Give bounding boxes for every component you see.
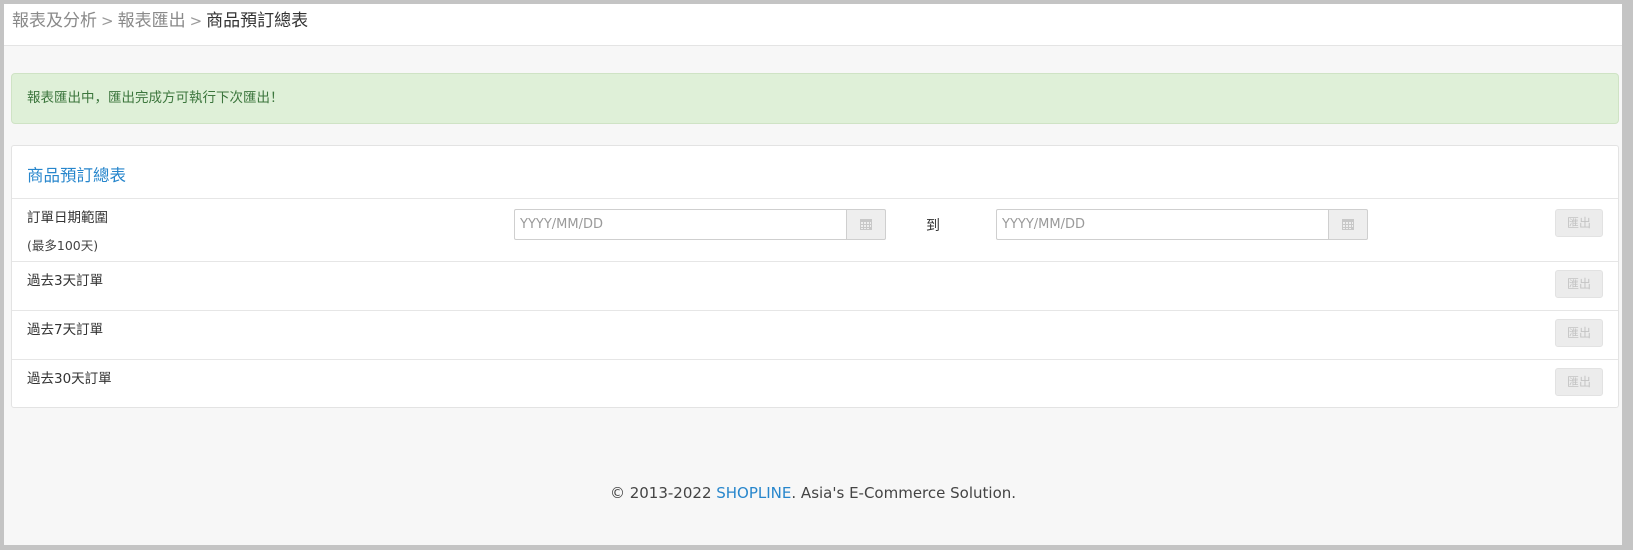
end-date-input[interactable] — [996, 209, 1329, 240]
footer-copyright: © 2013-2022 — [609, 484, 717, 502]
date-range-row: 訂單日期範圍 (最多100天) 到 — [12, 198, 1618, 261]
top-bar: 報表及分析 > 報表匯出 > 商品預訂總表 — [4, 4, 1622, 46]
past-30-days-row: 過去30天訂單 匯出 — [12, 359, 1618, 407]
start-date-input[interactable] — [514, 209, 847, 240]
start-date-calendar-button[interactable] — [846, 209, 886, 240]
export-past-30-days-button[interactable]: 匯出 — [1555, 368, 1603, 396]
alert-message: 報表匯出中，匯出完成方可執行下次匯出！ — [27, 90, 284, 106]
footer-tagline: . Asia's E-Commerce Solution. — [791, 484, 1017, 502]
end-date-group — [996, 209, 1369, 240]
export-date-range-button[interactable]: 匯出 — [1555, 209, 1603, 237]
start-date-group — [514, 209, 887, 240]
breadcrumb-item-current: 商品預訂總表 — [206, 11, 309, 31]
date-range-note: (最多100天) — [27, 238, 99, 253]
end-date-calendar-button[interactable] — [1328, 209, 1368, 240]
calendar-icon — [1342, 219, 1354, 230]
export-in-progress-alert: 報表匯出中，匯出完成方可執行下次匯出！ — [11, 73, 1619, 124]
to-label: 到 — [926, 218, 940, 234]
past-7-days-label: 過去7天訂單 — [27, 322, 104, 338]
breadcrumb-separator-icon: > — [101, 12, 114, 30]
page-footer: © 2013-2022 SHOPLINE. Asia's E-Commerce … — [4, 484, 1622, 502]
breadcrumb: 報表及分析 > 報表匯出 > 商品預訂總表 — [12, 9, 308, 33]
past-7-days-row: 過去7天訂單 匯出 — [12, 310, 1618, 359]
panel-title: 商品預訂總表 — [27, 166, 126, 185]
page-frame: 報表及分析 > 報表匯出 > 商品預訂總表 報表匯出中，匯出完成方可執行下次匯出！ 商品… — [4, 4, 1622, 545]
date-range-label: 訂單日期範圍 — [27, 210, 108, 226]
breadcrumb-item-reports-analysis[interactable]: 報表及分析 — [12, 11, 97, 31]
product-preorder-panel: 商品預訂總表 訂單日期範圍 (最多100天) YYYY/MM/DD 到 YYYY… — [11, 145, 1619, 408]
breadcrumb-separator-icon: > — [189, 12, 203, 30]
past-30-days-label: 過去30天訂單 — [27, 371, 112, 387]
past-3-days-row: 過去3天訂單 匯出 — [12, 261, 1618, 310]
breadcrumb-item-report-export[interactable]: 報表匯出 — [118, 11, 186, 31]
export-past-7-days-button[interactable]: 匯出 — [1555, 319, 1603, 347]
past-3-days-label: 過去3天訂單 — [27, 273, 104, 289]
calendar-icon — [860, 219, 872, 230]
export-past-3-days-button[interactable]: 匯出 — [1555, 270, 1603, 298]
footer-brand-link[interactable]: SHOPLINE — [716, 484, 791, 502]
